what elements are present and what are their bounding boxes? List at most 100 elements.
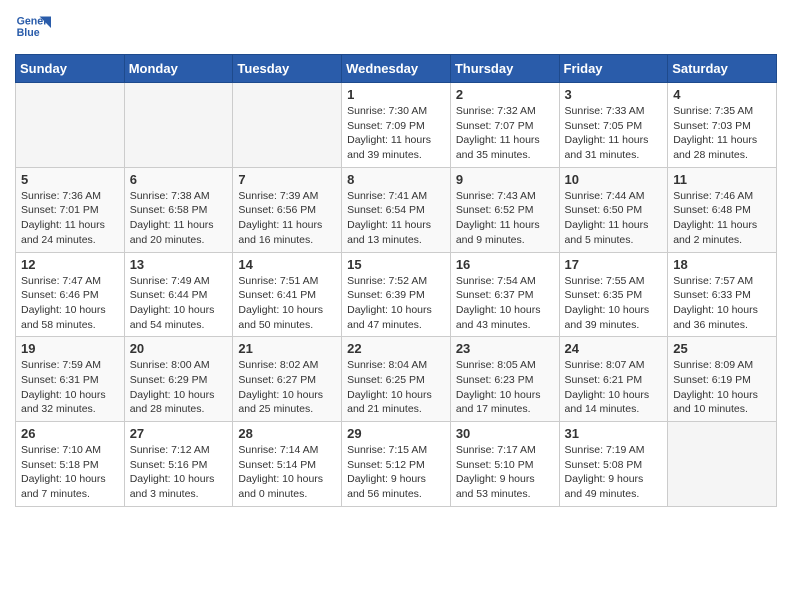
calendar-cell: 23 Sunrise: 8:05 AM Sunset: 6:23 PM Dayli… — [450, 337, 559, 422]
svg-text:Blue: Blue — [17, 27, 40, 39]
day-info: Sunrise: 7:35 AM Sunset: 7:03 PM Dayligh… — [673, 104, 771, 163]
day-number: 5 — [21, 172, 119, 187]
weekday-header-sunday: Sunday — [16, 55, 125, 83]
calendar-cell: 22 Sunrise: 8:04 AM Sunset: 6:25 PM Dayli… — [342, 337, 451, 422]
calendar-cell: 21Sunrise: 8:02 AM Sunset: 6:27 PM Dayli… — [233, 337, 342, 422]
day-info: Sunrise: 7:54 AM Sunset: 6:37 PM Dayligh… — [456, 274, 554, 333]
day-info: Sunrise: 7:14 AM Sunset: 5:14 PM Dayligh… — [238, 443, 336, 502]
day-info: Sunrise: 7:15 AM Sunset: 5:12 PM Dayligh… — [347, 443, 445, 502]
calendar-week-1: 1 Sunrise: 7:30 AM Sunset: 7:09 PM Daylig… — [16, 83, 777, 168]
day-info: Sunrise: 7:46 AM Sunset: 6:48 PM Dayligh… — [673, 189, 771, 248]
calendar-cell: 27 Sunrise: 7:12 AM Sunset: 5:16 PM Dayli… — [124, 422, 233, 507]
day-number: 6 — [130, 172, 228, 187]
day-number: 28 — [238, 426, 336, 441]
calendar-cell: 20 Sunrise: 8:00 AM Sunset: 6:29 PM Dayli… — [124, 337, 233, 422]
day-info: Sunrise: 7:55 AM Sunset: 6:35 PM Dayligh… — [565, 274, 663, 333]
day-number: 13 — [130, 257, 228, 272]
calendar-cell: 12 Sunrise: 7:47 AM Sunset: 6:46 PM Dayli… — [16, 252, 125, 337]
calendar-week-4: 19Sunrise: 7:59 AM Sunset: 6:31 PM Dayli… — [16, 337, 777, 422]
day-number: 4 — [673, 87, 771, 102]
day-info: Sunrise: 7:52 AM Sunset: 6:39 PM Dayligh… — [347, 274, 445, 333]
calendar-cell — [16, 83, 125, 168]
day-number: 27 — [130, 426, 228, 441]
day-number: 18 — [673, 257, 771, 272]
page-container: General Blue SundayMondayTuesdayWednesda… — [0, 0, 792, 522]
day-number: 29 — [347, 426, 445, 441]
day-number: 30 — [456, 426, 554, 441]
day-info: Sunrise: 7:49 AM Sunset: 6:44 PM Dayligh… — [130, 274, 228, 333]
calendar-cell: 18 Sunrise: 7:57 AM Sunset: 6:33 PM Dayli… — [668, 252, 777, 337]
day-number: 1 — [347, 87, 445, 102]
day-info: Sunrise: 7:51 AM Sunset: 6:41 PM Dayligh… — [238, 274, 336, 333]
calendar-cell: 9 Sunrise: 7:43 AM Sunset: 6:52 PM Daylig… — [450, 167, 559, 252]
weekday-header-row: SundayMondayTuesdayWednesdayThursdayFrid… — [16, 55, 777, 83]
day-info: Sunrise: 7:17 AM Sunset: 5:10 PM Dayligh… — [456, 443, 554, 502]
day-info: Sunrise: 7:44 AM Sunset: 6:50 PM Dayligh… — [565, 189, 663, 248]
calendar-cell: 4 Sunrise: 7:35 AM Sunset: 7:03 PM Daylig… — [668, 83, 777, 168]
day-info: Sunrise: 8:05 AM Sunset: 6:23 PM Dayligh… — [456, 358, 554, 417]
day-info: Sunrise: 8:09 AM Sunset: 6:19 PM Dayligh… — [673, 358, 771, 417]
day-number: 17 — [565, 257, 663, 272]
day-info: Sunrise: 7:36 AM Sunset: 7:01 PM Dayligh… — [21, 189, 119, 248]
calendar-cell — [124, 83, 233, 168]
calendar-cell: 1 Sunrise: 7:30 AM Sunset: 7:09 PM Daylig… — [342, 83, 451, 168]
day-info: Sunrise: 8:07 AM Sunset: 6:21 PM Dayligh… — [565, 358, 663, 417]
weekday-header-tuesday: Tuesday — [233, 55, 342, 83]
logo: General Blue — [15, 10, 51, 46]
calendar-cell: 26 Sunrise: 7:10 AM Sunset: 5:18 PM Dayli… — [16, 422, 125, 507]
calendar-cell — [233, 83, 342, 168]
day-info: Sunrise: 7:39 AM Sunset: 6:56 PM Dayligh… — [238, 189, 336, 248]
day-info: Sunrise: 8:04 AM Sunset: 6:25 PM Dayligh… — [347, 358, 445, 417]
day-info: Sunrise: 7:33 AM Sunset: 7:05 PM Dayligh… — [565, 104, 663, 163]
day-info: Sunrise: 7:10 AM Sunset: 5:18 PM Dayligh… — [21, 443, 119, 502]
calendar-cell: 28 Sunrise: 7:14 AM Sunset: 5:14 PM Dayli… — [233, 422, 342, 507]
day-number: 2 — [456, 87, 554, 102]
day-info: Sunrise: 7:41 AM Sunset: 6:54 PM Dayligh… — [347, 189, 445, 248]
day-info: Sunrise: 8:00 AM Sunset: 6:29 PM Dayligh… — [130, 358, 228, 417]
calendar-table: SundayMondayTuesdayWednesdayThursdayFrid… — [15, 54, 777, 507]
calendar-week-2: 5 Sunrise: 7:36 AM Sunset: 7:01 PM Daylig… — [16, 167, 777, 252]
day-number: 23 — [456, 341, 554, 356]
day-info: Sunrise: 7:19 AM Sunset: 5:08 PM Dayligh… — [565, 443, 663, 502]
day-number: 12 — [21, 257, 119, 272]
day-number: 24 — [565, 341, 663, 356]
calendar-cell: 6 Sunrise: 7:38 AM Sunset: 6:58 PM Daylig… — [124, 167, 233, 252]
day-info: Sunrise: 7:30 AM Sunset: 7:09 PM Dayligh… — [347, 104, 445, 163]
day-number: 9 — [456, 172, 554, 187]
calendar-cell — [668, 422, 777, 507]
day-number: 14 — [238, 257, 336, 272]
calendar-cell: 29 Sunrise: 7:15 AM Sunset: 5:12 PM Dayli… — [342, 422, 451, 507]
day-number: 21 — [238, 341, 336, 356]
day-number: 15 — [347, 257, 445, 272]
day-info: Sunrise: 7:47 AM Sunset: 6:46 PM Dayligh… — [21, 274, 119, 333]
calendar-week-3: 12 Sunrise: 7:47 AM Sunset: 6:46 PM Dayli… — [16, 252, 777, 337]
day-number: 11 — [673, 172, 771, 187]
calendar-cell: 8 Sunrise: 7:41 AM Sunset: 6:54 PM Daylig… — [342, 167, 451, 252]
day-info: Sunrise: 7:38 AM Sunset: 6:58 PM Dayligh… — [130, 189, 228, 248]
day-number: 8 — [347, 172, 445, 187]
calendar-cell: 13 Sunrise: 7:49 AM Sunset: 6:44 PM Dayli… — [124, 252, 233, 337]
calendar-cell: 17 Sunrise: 7:55 AM Sunset: 6:35 PM Dayli… — [559, 252, 668, 337]
day-number: 22 — [347, 341, 445, 356]
day-number: 31 — [565, 426, 663, 441]
day-info: Sunrise: 7:57 AM Sunset: 6:33 PM Dayligh… — [673, 274, 771, 333]
header: General Blue — [15, 10, 777, 46]
calendar-cell: 7 Sunrise: 7:39 AM Sunset: 6:56 PM Daylig… — [233, 167, 342, 252]
calendar-cell: 24 Sunrise: 8:07 AM Sunset: 6:21 PM Dayli… — [559, 337, 668, 422]
calendar-cell: 3Sunrise: 7:33 AM Sunset: 7:05 PM Daylig… — [559, 83, 668, 168]
day-number: 26 — [21, 426, 119, 441]
calendar-cell: 2Sunrise: 7:32 AM Sunset: 7:07 PM Daylig… — [450, 83, 559, 168]
weekday-header-friday: Friday — [559, 55, 668, 83]
calendar-cell: 25 Sunrise: 8:09 AM Sunset: 6:19 PM Dayli… — [668, 337, 777, 422]
day-number: 7 — [238, 172, 336, 187]
weekday-header-wednesday: Wednesday — [342, 55, 451, 83]
calendar-cell: 31 Sunrise: 7:19 AM Sunset: 5:08 PM Dayli… — [559, 422, 668, 507]
day-number: 20 — [130, 341, 228, 356]
logo-icon: General Blue — [15, 10, 51, 46]
day-number: 25 — [673, 341, 771, 356]
weekday-header-saturday: Saturday — [668, 55, 777, 83]
day-info: Sunrise: 7:43 AM Sunset: 6:52 PM Dayligh… — [456, 189, 554, 248]
day-info: Sunrise: 7:12 AM Sunset: 5:16 PM Dayligh… — [130, 443, 228, 502]
day-number: 10 — [565, 172, 663, 187]
calendar-cell: 10 Sunrise: 7:44 AM Sunset: 6:50 PM Dayli… — [559, 167, 668, 252]
